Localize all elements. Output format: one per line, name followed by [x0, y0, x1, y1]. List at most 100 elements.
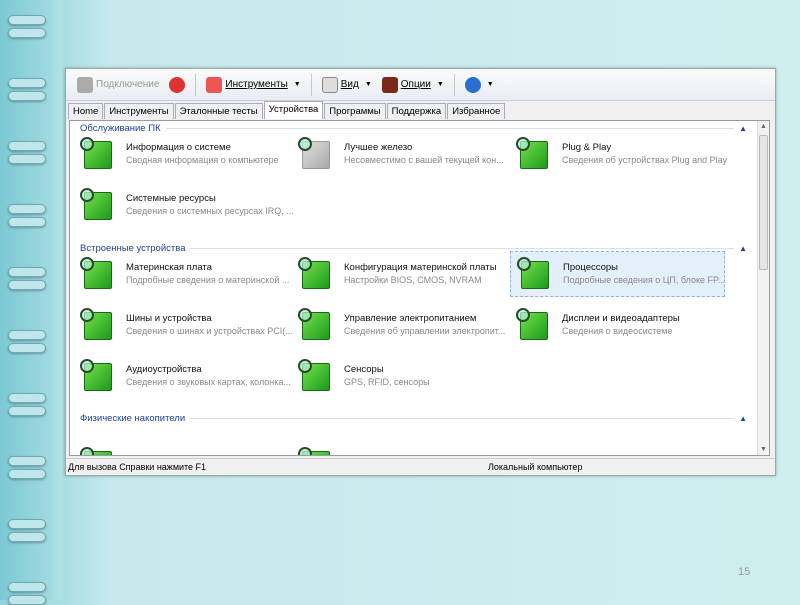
toolbar: Подключение Инструменты ▼ Вид ▼ Опции ▼ ▼	[66, 69, 775, 101]
page-number: 15	[738, 566, 751, 578]
scrollbar-thumb[interactable]	[759, 135, 768, 270]
divider	[165, 128, 735, 129]
collapse-icon[interactable]: ▲	[739, 414, 747, 423]
scroll-up-icon[interactable]: ▲	[760, 123, 767, 130]
connect-button[interactable]: Подключение	[74, 75, 162, 95]
status-bar: Для вызова Справки нажмите F1 Локальный …	[66, 458, 775, 475]
binder-ring	[8, 28, 46, 38]
tab-0[interactable]: Home	[68, 103, 104, 119]
binder-ring	[8, 217, 46, 227]
device-magnifier-icon	[292, 251, 338, 297]
binder-ring	[8, 456, 46, 466]
device-magnifier-icon	[74, 251, 120, 297]
device-magnifier-icon	[510, 302, 556, 348]
device-item[interactable]: Управление электропитанием Сведения об уп…	[292, 302, 507, 348]
device-item[interactable]: Материнская плата Подробные сведения о ма…	[74, 251, 289, 297]
device-item[interactable]: Устройства SCSI	[292, 441, 507, 455]
item-title: Системные ресурсы	[126, 193, 216, 204]
item-description: Сведения о системных ресурсах IRQ, ...	[126, 206, 294, 216]
tab-1[interactable]: Инструменты	[104, 103, 174, 119]
help-menu-button[interactable]: ▼	[462, 75, 497, 95]
scroll-down-icon[interactable]: ▼	[760, 446, 767, 453]
group-header[interactable]: Физические накопители ▲	[80, 413, 747, 424]
collapse-icon[interactable]: ▲	[739, 244, 747, 253]
device-item[interactable]: Процессоры Подробные сведения о ЦП, блоке…	[510, 251, 725, 297]
devices-panel: ▲ ▼ Обслуживание ПК ▲ Информация о системе…	[69, 120, 770, 456]
tab-2[interactable]: Эталонные тесты	[174, 103, 263, 119]
device-item[interactable]: Аудиоустройства Сведения о звуковых карта…	[74, 353, 291, 399]
chevron-down-icon: ▼	[436, 81, 444, 88]
device-item[interactable]: Plug & Play Сведения об устройствах Plug …	[510, 131, 728, 177]
item-title: Дисплеи и видеоадаптеры	[562, 313, 680, 324]
stop-icon	[169, 76, 186, 93]
binder-ring	[8, 532, 46, 542]
item-description: GPS, RFID, сенсоры	[344, 377, 430, 387]
device-magnifier-icon	[292, 131, 338, 177]
device-item[interactable]: Системные ресурсы Сведения о системных ре…	[74, 182, 294, 228]
item-title: Plug & Play	[562, 142, 612, 153]
device-magnifier-icon	[511, 251, 557, 297]
group-title: Физические накопители	[80, 413, 186, 424]
device-magnifier-icon	[74, 131, 120, 177]
binder-ring	[8, 519, 46, 529]
binder-ring	[8, 330, 46, 340]
device-item[interactable]: Конфигурация материнской платы Настройки …	[292, 251, 507, 297]
tab-5[interactable]: Поддержка	[386, 103, 447, 119]
item-description: Настройки BIOS, CMOS, NVRAM	[344, 275, 482, 285]
vertical-scrollbar[interactable]: ▲ ▼	[757, 121, 769, 455]
device-magnifier-icon	[292, 441, 338, 455]
item-title: Материнская плата	[126, 262, 212, 273]
device-item[interactable]: Физические диски	[74, 441, 289, 455]
separator	[195, 73, 197, 96]
device-item[interactable]: Информация о системе Сводная информация о…	[74, 131, 289, 177]
view-icon	[321, 76, 338, 93]
device-item[interactable]: Лучшее железо Несовместимо с вашей текуще…	[292, 131, 507, 177]
item-description: Подробные сведения о ЦП, блоке FP...	[563, 275, 726, 285]
options-icon	[381, 76, 398, 93]
device-magnifier-icon	[292, 302, 338, 348]
view-menu-button[interactable]: Вид ▼	[319, 75, 375, 95]
chevron-down-icon: ▼	[293, 81, 301, 88]
options-menu-button[interactable]: Опции ▼	[379, 75, 447, 95]
item-description: Сведения о звуковых картах, колонка...	[126, 377, 291, 387]
device-magnifier-icon	[74, 353, 120, 399]
binder-ring	[8, 91, 46, 101]
binder-ring	[8, 393, 46, 403]
tab-6[interactable]: Избранное	[447, 103, 506, 119]
item-title: Аудиоустройства	[126, 364, 202, 375]
device-magnifier-icon	[510, 131, 556, 177]
app-window: Подключение Инструменты ▼ Вид ▼ Опции ▼ ▼ H…	[65, 68, 776, 476]
item-title: Шины и устройства	[126, 313, 212, 324]
binder-ring	[8, 267, 46, 277]
item-title: Информация о системе	[126, 142, 231, 153]
item-title: Управление электропитанием	[344, 313, 477, 324]
item-title: Процессоры	[563, 262, 619, 273]
device-magnifier-icon	[74, 441, 120, 455]
chevron-down-icon: ▼	[486, 81, 494, 88]
collapse-icon[interactable]: ▲	[739, 124, 747, 133]
separator	[310, 73, 312, 96]
item-title: Конфигурация материнской платы	[344, 262, 497, 273]
item-title: Лучшее железо	[344, 142, 413, 153]
tab-3[interactable]: Устройства	[263, 101, 324, 119]
device-magnifier-icon	[74, 302, 120, 348]
tab-bar: Home Инструменты Эталонные тесты Устройства…	[66, 101, 775, 119]
item-description: Сведения о видеосистеме	[562, 326, 673, 336]
item-description: Сводная информация о компьютере	[126, 155, 279, 165]
item-description: Подробные сведения о материнской ...	[126, 275, 290, 285]
tools-icon	[206, 76, 223, 93]
stop-button[interactable]	[166, 75, 188, 95]
device-item[interactable]: Сенсоры GPS, RFID, сенсоры	[292, 353, 507, 399]
device-item[interactable]: Шины и устройства Сведения о шинах и устр…	[74, 302, 293, 348]
tab-4[interactable]: Программы	[324, 103, 386, 119]
binder-ring	[8, 595, 46, 605]
device-item[interactable]: Дисплеи и видеоадаптеры Сведения о видеос…	[510, 302, 725, 348]
item-description: Сведения об устройствах Plug and Play	[562, 155, 728, 165]
binder-ring	[8, 141, 46, 151]
item-description: Сведения о шинах и устройствах PCI(...	[126, 326, 293, 336]
item-title: Сенсоры	[344, 364, 384, 375]
tools-menu-button[interactable]: Инструменты ▼	[203, 75, 303, 95]
binder-ring	[8, 582, 46, 592]
binder-ring	[8, 406, 46, 416]
divider	[190, 418, 735, 419]
